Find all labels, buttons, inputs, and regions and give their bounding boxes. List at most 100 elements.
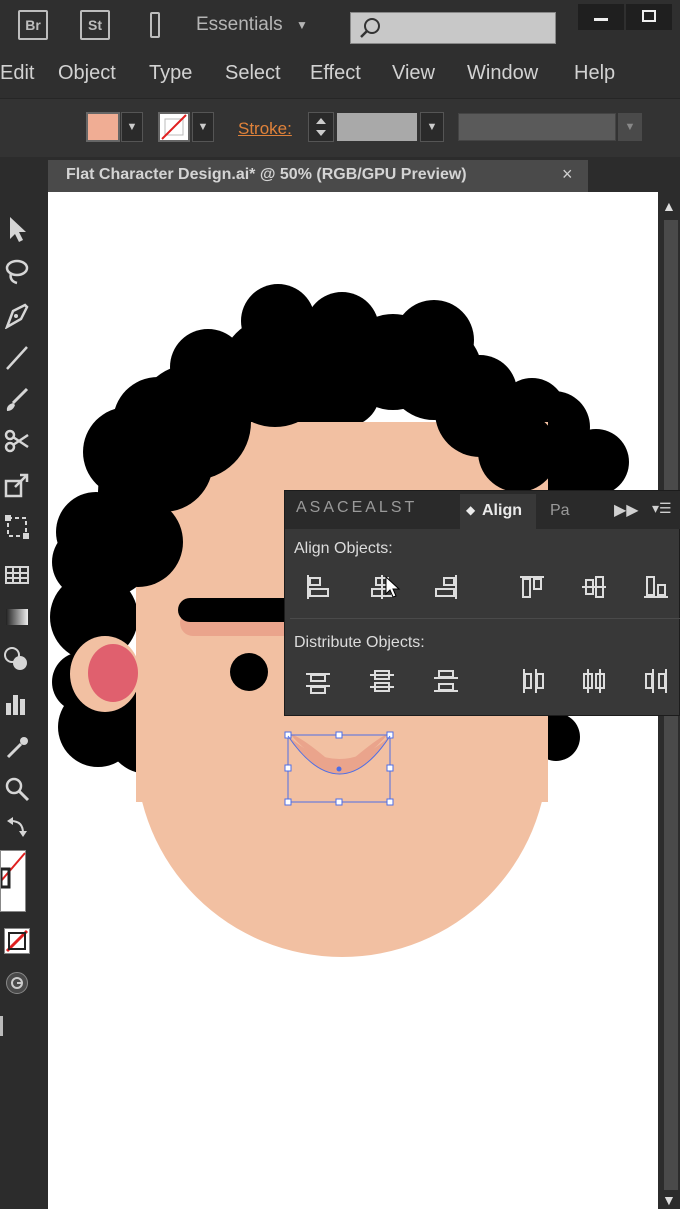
scroll-down-arrow-icon[interactable]: ▼ xyxy=(662,1192,676,1208)
align-right-icon xyxy=(435,575,457,599)
chevron-down-icon[interactable]: ▼ xyxy=(296,18,308,32)
scale-tool[interactable] xyxy=(0,468,34,502)
panel-divider xyxy=(290,618,680,619)
screen-mode-icon[interactable] xyxy=(0,1016,3,1036)
ear xyxy=(70,636,140,712)
stroke-color-swatch[interactable] xyxy=(158,112,190,142)
stroke-weight-stepper[interactable] xyxy=(308,112,334,142)
stroke-dropdown[interactable]: ▼ xyxy=(192,112,214,142)
align-top-icon xyxy=(520,576,544,598)
variable-width-profile-field[interactable] xyxy=(458,113,616,141)
paintbrush-tool[interactable] xyxy=(0,382,34,416)
lasso-icon xyxy=(5,259,29,285)
tab-pathfinder[interactable]: Pa xyxy=(550,502,570,520)
distribute-vertical-center-icon xyxy=(370,670,394,692)
menu-edit[interactable]: Edit xyxy=(0,62,34,85)
align-middle-icon xyxy=(582,576,606,598)
lasso-tool[interactable] xyxy=(0,254,34,288)
maximize-button[interactable] xyxy=(626,4,672,30)
swap-arrows-icon xyxy=(7,817,27,837)
menu-effect[interactable]: Effect xyxy=(310,62,361,85)
distribute-left-icon xyxy=(523,669,544,693)
distribute-objects-heading: Distribute Objects: xyxy=(294,634,425,651)
graph-tool[interactable] xyxy=(0,556,34,590)
scissors-tool[interactable] xyxy=(0,424,34,458)
scale-icon xyxy=(4,473,29,498)
stock-button[interactable]: St xyxy=(80,10,110,40)
align-left-icon xyxy=(307,575,329,599)
distribute-top-icon xyxy=(306,673,330,694)
graph-grid-icon xyxy=(5,566,29,584)
vertical-align-center-button[interactable] xyxy=(576,570,612,604)
menu-type[interactable]: Type xyxy=(149,62,192,85)
align-bottom-icon xyxy=(644,576,668,598)
free-transform-tool[interactable] xyxy=(0,510,34,544)
horizontal-align-left-button[interactable] xyxy=(300,570,336,604)
workspace-switcher[interactable]: Essentials xyxy=(196,14,283,36)
bar-chart-icon xyxy=(6,695,25,715)
distribute-right-button[interactable] xyxy=(638,664,674,698)
distribute-vertical-center-button[interactable] xyxy=(364,664,400,698)
fill-stroke-indicator[interactable] xyxy=(0,850,26,912)
panel-menu-icon[interactable]: ▾☰ xyxy=(652,500,672,517)
menu-help[interactable]: Help xyxy=(574,62,615,85)
swap-fill-stroke-button[interactable] xyxy=(0,814,34,842)
horizontal-align-right-button[interactable] xyxy=(428,570,464,604)
menu-object[interactable]: Object xyxy=(58,62,116,85)
gradient-icon xyxy=(6,609,28,625)
search-input[interactable] xyxy=(350,12,556,44)
magnifier-icon xyxy=(5,777,30,802)
tab-options-icon: ◆ xyxy=(466,503,476,517)
document-title: Flat Character Design.ai* @ 50% (RGB/GPU… xyxy=(66,166,467,183)
line-tool[interactable] xyxy=(0,340,34,374)
pen-tool[interactable] xyxy=(0,298,34,332)
bridge-button[interactable]: Br xyxy=(18,10,48,40)
scissors-icon xyxy=(4,429,29,453)
eyedropper-icon xyxy=(6,737,28,759)
align-objects-heading: Align Objects: xyxy=(294,540,393,557)
free-transform-icon xyxy=(5,515,29,539)
vertical-align-bottom-button[interactable] xyxy=(638,570,674,604)
pen-icon xyxy=(4,303,29,329)
blend-icon xyxy=(4,647,27,670)
eye xyxy=(230,653,268,691)
distribute-top-button[interactable] xyxy=(300,664,336,698)
stroke-weight-field[interactable] xyxy=(337,113,417,141)
paintbrush-icon xyxy=(6,387,29,411)
none-color-icon xyxy=(0,852,26,889)
arrange-documents-icon[interactable] xyxy=(150,12,160,38)
collapse-panel-icon[interactable]: ▶▶ xyxy=(614,500,639,520)
line-segment-icon xyxy=(6,346,28,370)
selection-arrow-icon xyxy=(10,217,26,242)
menu-view[interactable]: View xyxy=(392,62,435,85)
search-icon xyxy=(360,18,380,38)
minimize-icon xyxy=(594,18,608,21)
menu-select[interactable]: Select xyxy=(225,62,281,85)
fill-color-swatch[interactable] xyxy=(86,112,120,142)
stepper-arrows-icon xyxy=(316,118,326,136)
draw-normal-icon xyxy=(11,977,23,989)
drawing-mode-button[interactable] xyxy=(6,972,28,994)
tab-align-label: Align xyxy=(482,502,522,519)
gradient-tool[interactable] xyxy=(0,600,34,634)
stroke-panel-link[interactable]: Stroke: xyxy=(238,119,292,139)
selection-tool[interactable] xyxy=(0,212,34,246)
blend-tool[interactable] xyxy=(0,642,34,676)
stroke-weight-dropdown[interactable]: ▼ xyxy=(420,112,444,142)
eyedropper-tool[interactable] xyxy=(0,730,34,764)
distribute-horizontal-center-button[interactable] xyxy=(576,664,612,698)
profile-dropdown[interactable]: ▼ xyxy=(618,113,642,141)
zoom-tool[interactable] xyxy=(0,772,34,806)
collapsed-panel-tabs[interactable]: ASACEALST xyxy=(296,499,417,517)
distribute-left-button[interactable] xyxy=(514,664,550,698)
menu-window[interactable]: Window xyxy=(467,62,538,85)
none-color-button[interactable] xyxy=(4,928,30,954)
scroll-up-arrow-icon[interactable]: ▲ xyxy=(662,198,676,214)
distribute-right-icon xyxy=(645,669,667,693)
close-tab-button[interactable]: × xyxy=(562,164,573,185)
fill-dropdown[interactable]: ▼ xyxy=(121,112,143,142)
vertical-align-top-button[interactable] xyxy=(514,570,550,604)
minimize-button[interactable] xyxy=(578,4,624,30)
column-graph-tool[interactable] xyxy=(0,686,34,720)
distribute-bottom-button[interactable] xyxy=(428,664,464,698)
